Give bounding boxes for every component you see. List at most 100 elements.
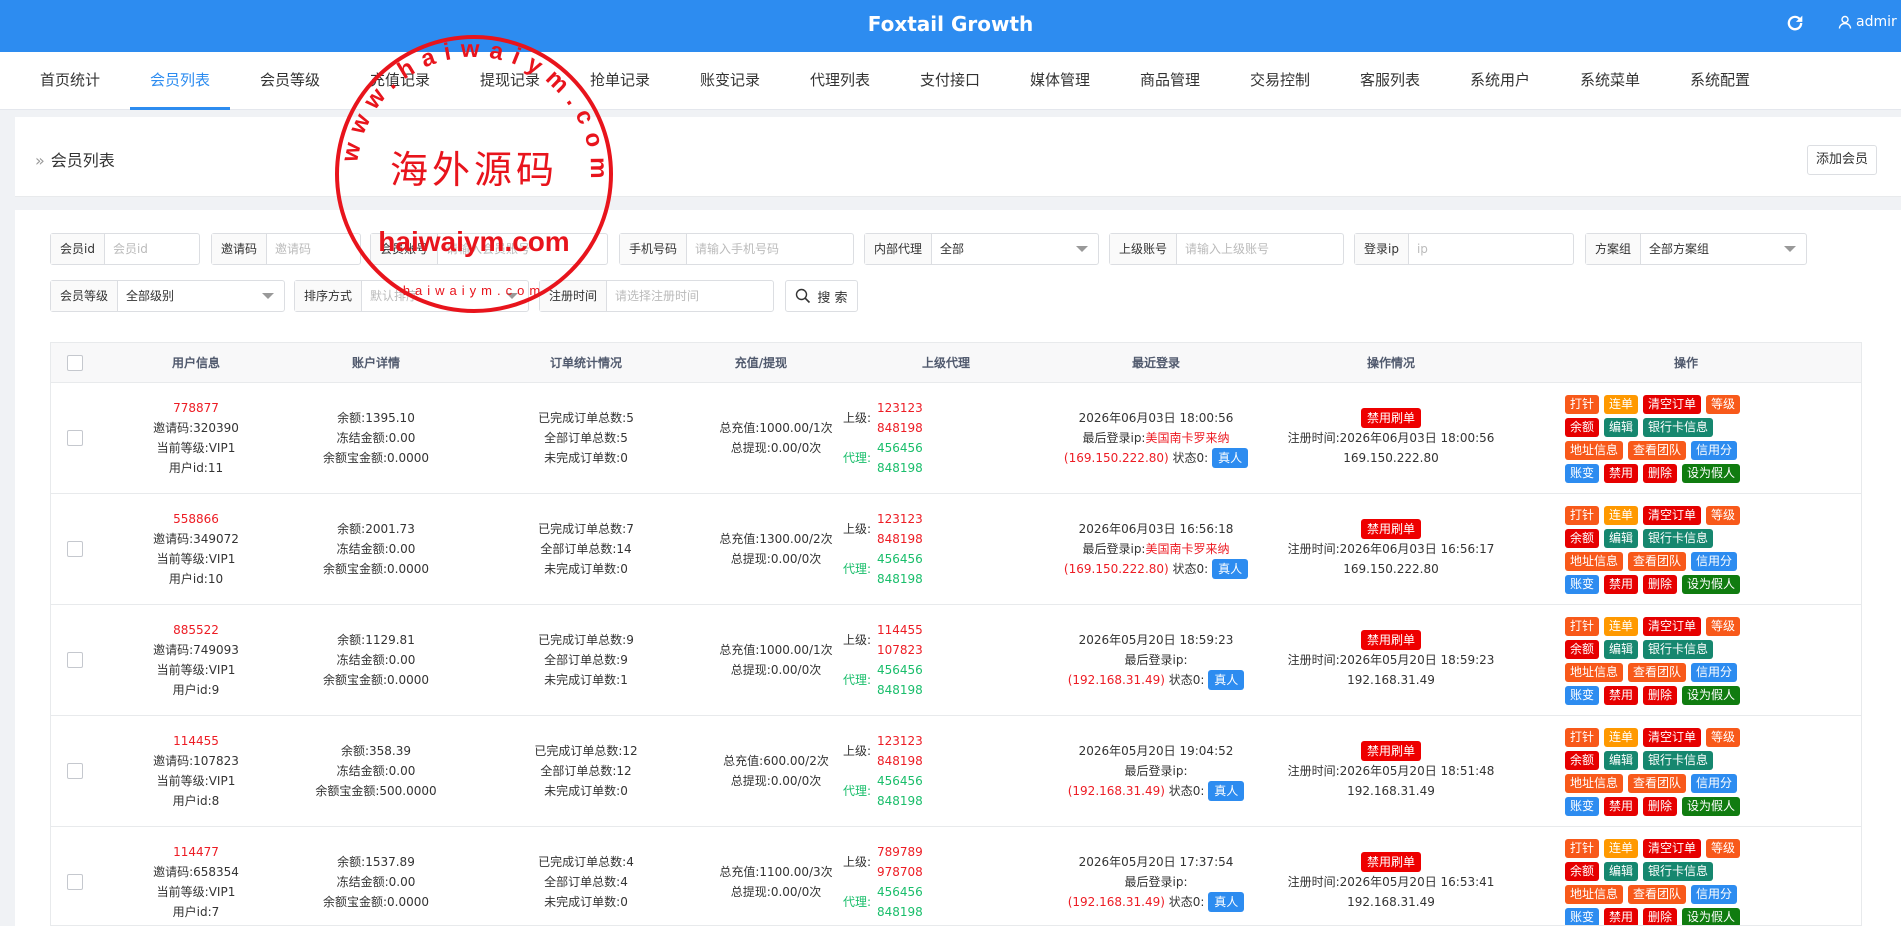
action-button[interactable]: 打针 — [1565, 728, 1600, 747]
search-button[interactable]: 搜 索 — [785, 280, 858, 312]
tab-system-menu[interactable]: 系统菜单 — [1560, 52, 1660, 110]
action-button[interactable]: 账变 — [1565, 575, 1600, 594]
action-button[interactable]: 清空订单 — [1643, 506, 1702, 525]
row-checkbox[interactable] — [67, 763, 83, 779]
action-button[interactable]: 清空订单 — [1643, 395, 1702, 414]
action-button[interactable]: 等级 — [1706, 395, 1741, 414]
tab-trade-control[interactable]: 交易控制 — [1230, 52, 1330, 110]
plan-group-select[interactable]: 全部方案组 — [1641, 234, 1806, 264]
action-button[interactable]: 信用分 — [1691, 552, 1738, 571]
action-button[interactable]: 删除 — [1643, 575, 1678, 594]
action-button[interactable]: 连单 — [1604, 839, 1639, 858]
tab-member-level[interactable]: 会员等级 — [240, 52, 340, 110]
tab-payment-api[interactable]: 支付接口 — [900, 52, 1000, 110]
sort-select[interactable]: 默认排序 — [362, 281, 528, 311]
tab-grab-records[interactable]: 抢单记录 — [570, 52, 670, 110]
user-menu[interactable]: admir — [1838, 14, 1897, 30]
action-button[interactable]: 清空订单 — [1643, 839, 1702, 858]
action-button[interactable]: 编辑 — [1604, 529, 1639, 548]
action-button[interactable]: 删除 — [1643, 464, 1678, 483]
action-button[interactable]: 删除 — [1643, 908, 1678, 925]
action-button[interactable]: 编辑 — [1604, 862, 1639, 881]
tab-member-list[interactable]: 会员列表 — [130, 52, 230, 110]
reg-time-input[interactable] — [607, 281, 773, 311]
action-button[interactable]: 禁用 — [1604, 908, 1639, 925]
action-button[interactable]: 余额 — [1565, 751, 1600, 770]
action-button[interactable]: 连单 — [1604, 506, 1639, 525]
action-button[interactable]: 银行卡信息 — [1643, 862, 1714, 881]
action-button[interactable]: 地址信息 — [1565, 663, 1624, 682]
action-button[interactable]: 删除 — [1643, 686, 1678, 705]
action-button[interactable]: 查看团队 — [1628, 774, 1687, 793]
action-button[interactable]: 信用分 — [1691, 774, 1738, 793]
action-button[interactable]: 余额 — [1565, 862, 1600, 881]
action-button[interactable]: 账变 — [1565, 686, 1600, 705]
action-button[interactable]: 设为假人 — [1682, 575, 1741, 594]
phone-input[interactable] — [687, 234, 853, 264]
action-button[interactable]: 等级 — [1706, 728, 1741, 747]
row-checkbox[interactable] — [67, 652, 83, 668]
action-button[interactable]: 设为假人 — [1682, 464, 1741, 483]
action-button[interactable]: 设为假人 — [1682, 686, 1741, 705]
username[interactable]: 558866 — [111, 509, 281, 529]
action-button[interactable]: 查看团队 — [1628, 885, 1687, 904]
action-button[interactable]: 地址信息 — [1565, 885, 1624, 904]
account-input[interactable] — [438, 234, 607, 264]
login-ip-input[interactable] — [1408, 234, 1573, 264]
action-button[interactable]: 打针 — [1565, 506, 1600, 525]
username[interactable]: 114455 — [111, 731, 281, 751]
action-button[interactable]: 地址信息 — [1565, 552, 1624, 571]
tab-system-config[interactable]: 系统配置 — [1670, 52, 1770, 110]
action-button[interactable]: 账变 — [1565, 464, 1600, 483]
username[interactable]: 778877 — [111, 398, 281, 418]
action-button[interactable]: 编辑 — [1604, 751, 1639, 770]
select-all-checkbox[interactable] — [67, 355, 83, 371]
action-button[interactable]: 等级 — [1706, 839, 1741, 858]
action-button[interactable]: 余额 — [1565, 418, 1600, 437]
tab-agent-list[interactable]: 代理列表 — [790, 52, 890, 110]
action-button[interactable]: 连单 — [1604, 728, 1639, 747]
tab-account-changes[interactable]: 账变记录 — [680, 52, 780, 110]
tab-withdraw-records[interactable]: 提现记录 — [460, 52, 560, 110]
action-button[interactable]: 查看团队 — [1628, 663, 1687, 682]
internal-agent-select[interactable]: 全部 — [932, 234, 1098, 264]
action-button[interactable]: 设为假人 — [1682, 797, 1741, 816]
action-button[interactable]: 银行卡信息 — [1643, 640, 1714, 659]
action-button[interactable]: 设为假人 — [1682, 908, 1741, 925]
action-button[interactable]: 打针 — [1565, 395, 1600, 414]
action-button[interactable]: 打针 — [1565, 839, 1600, 858]
action-button[interactable]: 银行卡信息 — [1643, 751, 1714, 770]
action-button[interactable]: 连单 — [1604, 617, 1639, 636]
action-button[interactable]: 清空订单 — [1643, 728, 1702, 747]
row-checkbox[interactable] — [67, 430, 83, 446]
action-button[interactable]: 余额 — [1565, 529, 1600, 548]
action-button[interactable]: 银行卡信息 — [1643, 529, 1714, 548]
action-button[interactable]: 账变 — [1565, 908, 1600, 925]
action-button[interactable]: 清空订单 — [1643, 617, 1702, 636]
action-button[interactable]: 删除 — [1643, 797, 1678, 816]
action-button[interactable]: 地址信息 — [1565, 441, 1624, 460]
action-button[interactable]: 禁用 — [1604, 464, 1639, 483]
member-id-input[interactable] — [104, 234, 199, 264]
action-button[interactable]: 等级 — [1706, 617, 1741, 636]
invite-code-input[interactable] — [267, 234, 360, 264]
parent-account-input[interactable] — [1177, 234, 1343, 264]
action-button[interactable]: 禁用 — [1604, 575, 1639, 594]
action-button[interactable]: 连单 — [1604, 395, 1639, 414]
action-button[interactable]: 打针 — [1565, 617, 1600, 636]
row-checkbox[interactable] — [67, 874, 83, 890]
tab-products[interactable]: 商品管理 — [1120, 52, 1220, 110]
row-checkbox[interactable] — [67, 541, 83, 557]
action-button[interactable]: 信用分 — [1691, 663, 1738, 682]
action-button[interactable]: 银行卡信息 — [1643, 418, 1714, 437]
tab-customer-service[interactable]: 客服列表 — [1340, 52, 1440, 110]
action-button[interactable]: 编辑 — [1604, 640, 1639, 659]
action-button[interactable]: 余额 — [1565, 640, 1600, 659]
action-button[interactable]: 信用分 — [1691, 441, 1738, 460]
tab-recharge-records[interactable]: 充值记录 — [350, 52, 450, 110]
tab-home-stats[interactable]: 首页统计 — [18, 52, 122, 110]
action-button[interactable]: 禁用 — [1604, 797, 1639, 816]
action-button[interactable]: 查看团队 — [1628, 441, 1687, 460]
action-button[interactable]: 地址信息 — [1565, 774, 1624, 793]
action-button[interactable]: 账变 — [1565, 797, 1600, 816]
